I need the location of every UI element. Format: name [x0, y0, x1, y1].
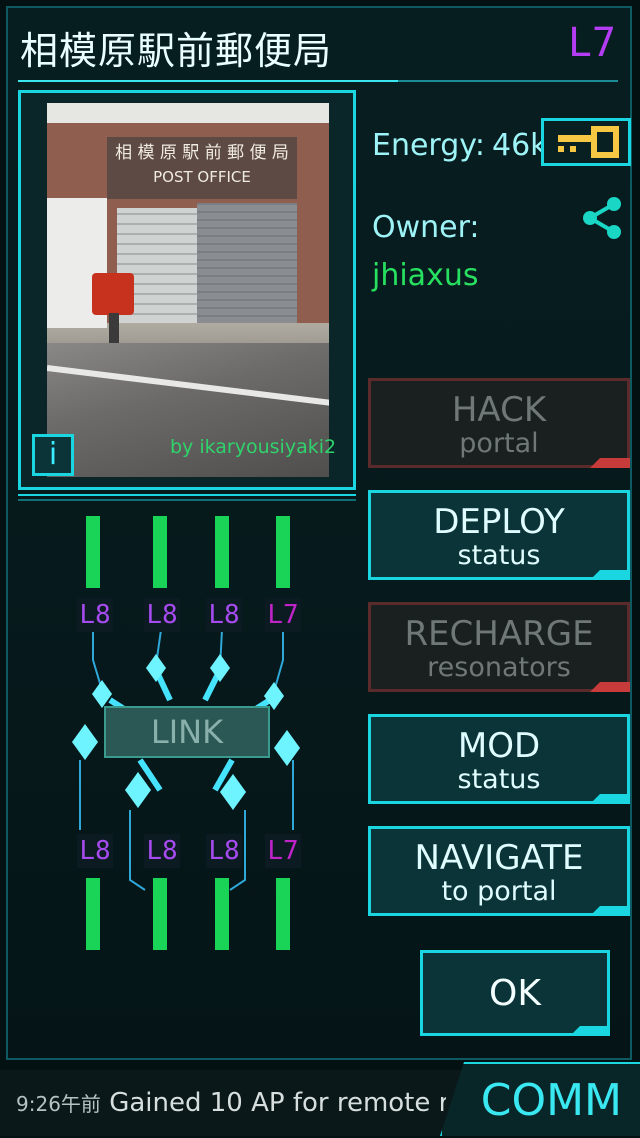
hack-label: HACK — [451, 390, 547, 430]
navigate-corner-accent — [590, 906, 630, 916]
resonator-level-6[interactable]: L8 — [144, 834, 180, 868]
comm-time: 9:26午前 — [16, 1092, 101, 1116]
owner-label: Owner: — [372, 210, 480, 245]
ok-button[interactable]: OK — [420, 950, 610, 1036]
key-button[interactable] — [541, 118, 631, 166]
mod-label: MOD — [457, 726, 541, 766]
recharge-label: RECHARGE — [404, 614, 594, 654]
ok-label: OK — [489, 973, 541, 1014]
resonator-level-2[interactable]: L8 — [144, 598, 180, 632]
resonator-bar-5 — [86, 878, 100, 950]
resonator-bar-3 — [215, 516, 229, 588]
link-button[interactable]: LINK — [104, 706, 270, 758]
owner-name[interactable]: jhiaxus — [372, 258, 478, 293]
deploy-sublabel: status — [457, 540, 541, 571]
resonator-bar-7 — [215, 878, 229, 950]
resonator-links-diagram — [79, 629, 294, 891]
resonator-bar-1 — [86, 516, 100, 588]
resonator-bar-2 — [153, 516, 167, 588]
hack-corner-accent — [590, 458, 630, 468]
navigate-portal-button[interactable]: NAVIGATE to portal — [368, 826, 630, 916]
comm-tab[interactable]: COMM — [440, 1062, 640, 1136]
resonator-level-8[interactable]: L7 — [265, 834, 301, 868]
comm-text: Gained 10 AP for remote recharging — [109, 1088, 446, 1118]
navigate-label: NAVIGATE — [414, 838, 584, 878]
share-icon — [583, 197, 621, 239]
mod-status-button[interactable]: MOD status — [368, 714, 630, 804]
mod-sublabel: status — [457, 764, 541, 795]
ok-corner-accent — [570, 1026, 610, 1036]
recharge-sublabel: resonators — [427, 652, 571, 683]
energy-value: 46k — [492, 128, 548, 163]
portal-level-badge: L7 — [567, 20, 616, 66]
energy-label: Energy: — [372, 128, 485, 163]
deploy-label: DEPLOY — [433, 502, 565, 542]
navigate-sublabel: to portal — [441, 876, 557, 907]
hack-portal-button[interactable]: HACK portal — [368, 378, 630, 468]
hack-sublabel: portal — [459, 428, 539, 459]
recharge-resonators-button[interactable]: RECHARGE resonators — [368, 602, 630, 692]
share-button[interactable] — [578, 194, 626, 242]
resonator-level-5[interactable]: L8 — [77, 834, 113, 868]
key-icon — [558, 126, 619, 158]
mod-corner-accent — [590, 794, 630, 804]
deploy-status-button[interactable]: DEPLOY status — [368, 490, 630, 580]
resonator-level-1[interactable]: L8 — [77, 598, 113, 632]
resonator-bar-6 — [153, 878, 167, 950]
deploy-corner-accent — [590, 570, 630, 580]
recharge-corner-accent — [590, 682, 630, 692]
resonator-level-3[interactable]: L8 — [206, 598, 242, 632]
resonator-level-4[interactable]: L7 — [265, 598, 301, 632]
comm-message[interactable]: 9:26午前 Gained 10 AP for remote rechargin… — [16, 1088, 446, 1118]
resonator-bar-4 — [276, 516, 290, 588]
resonator-bar-8 — [276, 878, 290, 950]
resonator-level-7[interactable]: L8 — [206, 834, 242, 868]
